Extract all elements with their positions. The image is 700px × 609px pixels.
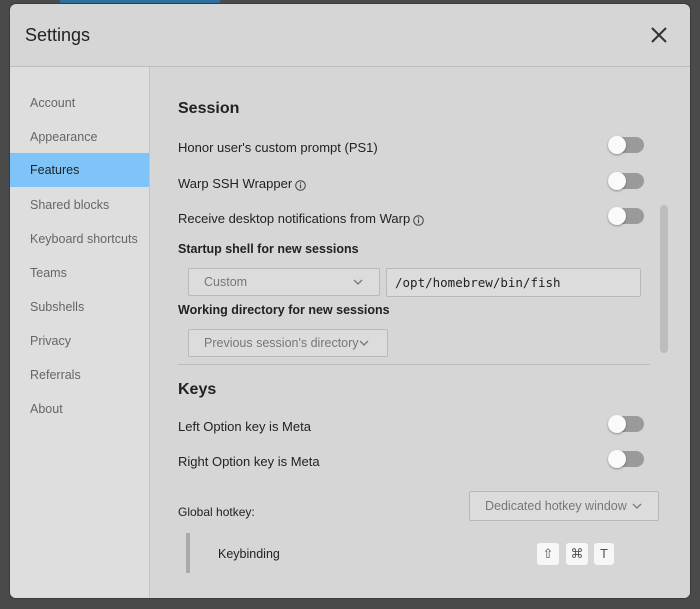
dialog-title: Settings — [25, 25, 91, 45]
command-key[interactable]: ⌘ — [566, 543, 588, 565]
info-icon[interactable] — [413, 214, 424, 226]
close-icon[interactable] — [648, 24, 670, 46]
chevron-down-icon — [359, 340, 369, 346]
ssh-wrapper-toggle[interactable] — [608, 172, 644, 190]
t-key[interactable]: T — [594, 543, 614, 565]
honor-prompt-label: Honor user's custom prompt (PS1) — [178, 140, 378, 155]
honor-prompt-toggle[interactable] — [608, 136, 644, 154]
section-title-session: Session — [178, 100, 240, 117]
sidebar-item-subshells[interactable]: Subshells — [10, 290, 149, 324]
background-window-accent — [60, 0, 220, 3]
info-icon[interactable] — [295, 179, 306, 191]
working-dir-value: Previous session's directory — [204, 336, 359, 350]
sidebar-item-referrals[interactable]: Referrals — [10, 358, 149, 392]
keybinding-indent-bar — [186, 533, 190, 573]
settings-dialog: Settings Account Appearance Features Sha… — [10, 4, 690, 598]
right-option-toggle[interactable] — [608, 450, 644, 468]
sidebar-item-appearance[interactable]: Appearance — [10, 120, 149, 154]
sidebar-item-about[interactable]: About — [10, 392, 149, 426]
toggle-knob — [608, 172, 626, 190]
dialog-header: Settings — [10, 4, 690, 67]
sidebar-item-account[interactable]: Account — [10, 86, 149, 120]
ssh-wrapper-text: Warp SSH Wrapper — [178, 176, 293, 191]
settings-content: Session Honor user's custom prompt (PS1)… — [150, 67, 690, 598]
startup-shell-path-input[interactable]: /opt/homebrew/bin/fish — [386, 268, 641, 297]
chevron-down-icon — [632, 503, 642, 509]
working-dir-select[interactable]: Previous session's directory — [188, 329, 388, 357]
sidebar-item-teams[interactable]: Teams — [10, 256, 149, 290]
toggle-knob — [608, 136, 626, 154]
chevron-down-icon — [353, 279, 363, 285]
global-hotkey-label: Global hotkey: — [178, 505, 255, 519]
notifications-label: Receive desktop notifications from Warp — [178, 211, 424, 226]
startup-shell-label: Startup shell for new sessions — [178, 242, 359, 256]
left-option-label: Left Option key is Meta — [178, 419, 311, 434]
keybinding-label: Keybinding — [218, 547, 280, 561]
working-dir-label: Working directory for new sessions — [178, 303, 390, 317]
honor-prompt-text: Honor user's custom prompt (PS1) — [178, 140, 378, 155]
toggle-knob — [608, 450, 626, 468]
toggle-knob — [608, 207, 626, 225]
left-option-toggle[interactable] — [608, 415, 644, 433]
section-title-keys: Keys — [178, 381, 217, 398]
sidebar-item-privacy[interactable]: Privacy — [10, 324, 149, 358]
startup-shell-value: Custom — [204, 275, 248, 289]
shift-key[interactable]: ⇧ — [537, 543, 559, 565]
settings-sidebar: Account Appearance Features Shared block… — [10, 67, 150, 598]
toggle-knob — [608, 415, 626, 433]
ssh-wrapper-label: Warp SSH Wrapper — [178, 176, 306, 191]
section-divider — [178, 364, 650, 365]
sidebar-item-keyboard-shortcuts[interactable]: Keyboard shortcuts — [10, 222, 149, 256]
notifications-text: Receive desktop notifications from Warp — [178, 211, 411, 226]
startup-shell-select[interactable]: Custom — [188, 268, 380, 296]
sidebar-item-features[interactable]: Features — [10, 153, 149, 187]
global-hotkey-value: Dedicated hotkey window — [485, 499, 627, 513]
notifications-toggle[interactable] — [608, 207, 644, 225]
global-hotkey-select[interactable]: Dedicated hotkey window — [469, 491, 659, 521]
scrollbar-thumb[interactable] — [660, 205, 668, 353]
sidebar-item-shared-blocks[interactable]: Shared blocks — [10, 188, 149, 222]
right-option-label: Right Option key is Meta — [178, 454, 320, 469]
